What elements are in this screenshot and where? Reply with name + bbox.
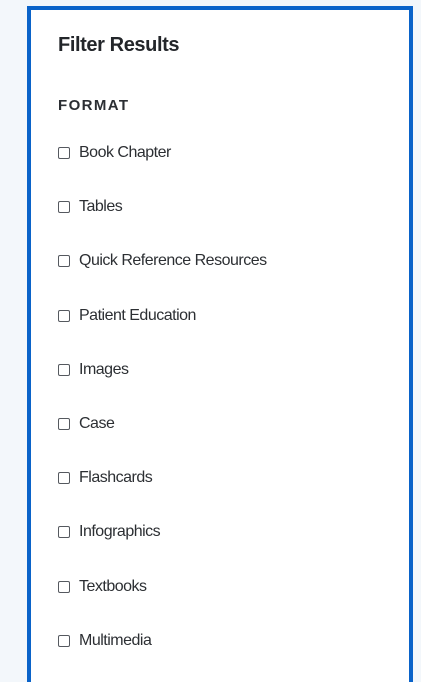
quick-reference-resources-checkbox[interactable] xyxy=(58,255,70,268)
filter-option-textbooks[interactable]: Textbooks xyxy=(58,577,267,631)
filter-option-flashcards[interactable]: Flashcards xyxy=(58,468,267,522)
filter-option-label: Tables xyxy=(79,198,123,216)
filter-option-book-chapter[interactable]: Book Chapter xyxy=(58,143,267,197)
filter-option-images[interactable]: Images xyxy=(58,360,267,414)
filter-option-label: Book Chapter xyxy=(79,144,171,161)
page: Filter Results FORMAT Book Chapter Table… xyxy=(0,0,421,682)
filter-panel: Filter Results FORMAT Book Chapter Table… xyxy=(27,6,413,682)
filter-option-label: Textbooks xyxy=(79,577,147,595)
filter-option-case[interactable]: Case xyxy=(58,414,267,468)
filter-option-label: Flashcards xyxy=(79,469,153,487)
format-section-heading: FORMAT xyxy=(58,97,130,114)
filter-option-label: Multimedia xyxy=(79,631,152,649)
infographics-checkbox[interactable] xyxy=(58,526,70,539)
book-chapter-checkbox[interactable] xyxy=(58,147,70,159)
case-checkbox[interactable] xyxy=(58,417,70,430)
filter-option-label: Images xyxy=(79,360,129,378)
filter-option-patient-education[interactable]: Patient Education xyxy=(58,306,267,360)
filter-option-multimedia[interactable]: Multimedia xyxy=(58,631,267,682)
tables-checkbox[interactable] xyxy=(58,201,70,214)
textbooks-checkbox[interactable] xyxy=(58,580,70,593)
images-checkbox[interactable] xyxy=(58,363,70,376)
filter-option-quick-reference-resources[interactable]: Quick Reference Resources xyxy=(58,251,267,305)
filter-option-label: Quick Reference Resources xyxy=(79,252,267,270)
filter-title: Filter Results xyxy=(58,34,180,56)
patient-education-checkbox[interactable] xyxy=(58,309,70,322)
multimedia-checkbox[interactable] xyxy=(58,634,70,647)
format-options-list: Book Chapter Tables Quick Reference Reso… xyxy=(58,143,267,682)
filter-option-label: Patient Education xyxy=(79,306,196,324)
filter-option-label: Infographics xyxy=(79,523,161,541)
flashcards-checkbox[interactable] xyxy=(58,472,70,485)
filter-option-infographics[interactable]: Infographics xyxy=(58,522,267,576)
filter-option-label: Case xyxy=(79,414,115,432)
filter-option-tables[interactable]: Tables xyxy=(58,197,267,251)
